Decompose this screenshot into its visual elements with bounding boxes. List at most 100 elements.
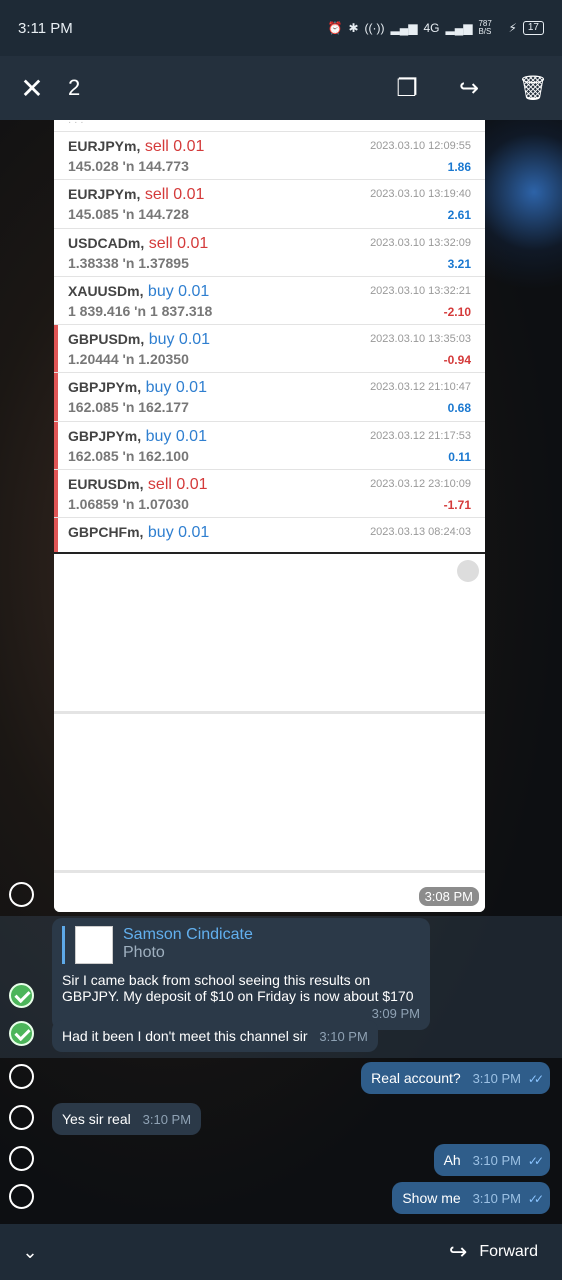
divider <box>54 711 485 714</box>
select-circle-reply[interactable] <box>9 983 34 1008</box>
trade-symbol: EURJPYm, <box>68 186 141 203</box>
message-bubble[interactable]: Had it been I don't meet this channel si… <box>52 1020 378 1052</box>
chevron-down-icon[interactable]: ⌄ <box>0 1242 60 1263</box>
message-text: Had it been I don't meet this channel si… <box>62 1028 308 1044</box>
trade-date: 2023.03.12 21:17:53 <box>370 429 471 442</box>
trade-row: USDCADm, sell 0.01 1.38338 'n 1.37895 2023… <box>54 229 485 277</box>
status-bar: 3:11 PM ⏰ ✱ ((·)) ▂▄▆ 4G ▂▄▆ 787 B/S ⚡ 1… <box>0 0 562 56</box>
forward-button[interactable]: ↪ Forward <box>449 1239 538 1265</box>
photo-timestamp: 3:08 PM <box>418 887 479 906</box>
image-dot <box>457 560 479 582</box>
reply-type: Photo <box>123 944 165 961</box>
trade-prices: 1.06859 'n 1.07030 <box>68 496 189 513</box>
trade-prices: 162.085 'n 162.177 <box>68 399 189 416</box>
toolbar-actions: ❐ ↪ 🗑 <box>394 74 562 103</box>
message-bubble-outgoing[interactable]: Ah 3:10 PM ✓✓ <box>433 1144 550 1176</box>
selected-count: 2 <box>68 75 81 100</box>
trade-symbol: GBPJPYm, <box>68 427 142 444</box>
trade-symbol: GBPUSDm, <box>68 331 145 348</box>
net-speed: 787 B/S <box>478 19 492 36</box>
status-icons: ⏰ ✱ ((·)) ▂▄▆ 4G ▂▄▆ 787 B/S ⚡ 17 <box>327 20 544 36</box>
message-text: Ah <box>443 1152 461 1168</box>
copy-icon[interactable]: ❐ <box>394 74 420 103</box>
status-time: 3:11 PM <box>18 19 73 37</box>
trade-date: 2023.03.12 23:10:09 <box>370 478 471 491</box>
trade-history-screenshot: · · · EURJPYm, sell 0.01 145.028 'n 144.7… <box>54 120 485 552</box>
bottom-action-bar: ⌄ ↪ Forward <box>0 1224 562 1280</box>
trade-side: sell 0.01 <box>147 476 208 494</box>
delete-icon[interactable]: 🗑 <box>518 74 548 103</box>
trade-profit: 3.21 <box>447 256 471 271</box>
trade-symbol: USDCADm, <box>68 234 145 251</box>
signal2-icon: ▂▄▆ <box>445 21 473 35</box>
trade-row: EURJPYm, sell 0.01 145.085 'n 144.728 2023… <box>54 180 485 229</box>
trade-profit: 2.61 <box>447 208 471 223</box>
trade-prices: 145.085 'n 144.728 <box>68 206 189 223</box>
trade-row: EURUSDm, sell 0.01 1.06859 'n 1.07030 2023… <box>54 470 485 519</box>
trade-date: 2023.03.12 21:10:47 <box>370 381 471 394</box>
signal-icon: ▂▄▆ <box>390 21 418 35</box>
message-time: 3:10 PM <box>319 1029 368 1044</box>
trade-prices: 1.20444 'n 1.20350 <box>68 351 189 368</box>
trade-profit: -0.94 <box>443 353 471 368</box>
trade-symbol: EURJPYm, <box>68 138 141 154</box>
reply-message[interactable]: Samson Cindicate Photo Sir I came back f… <box>52 918 430 1030</box>
trade-row: EURJPYm, sell 0.01 145.028 'n 144.773 2023… <box>54 132 485 181</box>
select-circle-msg6[interactable] <box>9 1184 34 1209</box>
trade-symbol: EURUSDm, <box>68 476 144 493</box>
chat-area: · · · EURJPYm, sell 0.01 145.028 'n 144.7… <box>0 120 562 1224</box>
select-circle-photo[interactable] <box>9 882 34 907</box>
select-circle-msg3[interactable] <box>9 1064 34 1089</box>
message-text: Sir I came back from school seeing this … <box>62 972 414 1004</box>
cut-off-row: · · · <box>54 120 485 132</box>
select-circle-msg4[interactable] <box>9 1105 34 1130</box>
divider <box>54 870 485 873</box>
message-bubble-outgoing[interactable]: Show me 3:10 PM ✓✓ <box>392 1182 550 1214</box>
select-circle-msg2[interactable] <box>9 1021 34 1046</box>
trade-side: buy 0.01 <box>148 331 211 349</box>
trade-symbol: XAUUSDm, <box>68 282 144 299</box>
message-text: Show me <box>402 1190 461 1206</box>
read-ticks-icon: ✓✓ <box>527 1072 544 1086</box>
trade-side: sell 0.01 <box>144 186 205 204</box>
photo-message[interactable]: · · · EURJPYm, sell 0.01 145.028 'n 144.7… <box>54 120 485 912</box>
trade-date: 2023.03.10 12:09:55 <box>370 140 471 152</box>
network-type: 4G <box>423 21 440 35</box>
trade-side: buy 0.01 <box>147 524 210 542</box>
trade-prices: 162.085 'n 162.100 <box>68 447 189 464</box>
message-time: 3:10 PM <box>472 1153 521 1168</box>
trade-side: sell 0.01 <box>144 138 205 155</box>
reply-quote[interactable]: Samson Cindicate Photo <box>62 926 420 964</box>
select-circle-msg5[interactable] <box>9 1146 34 1171</box>
trade-date: 2023.03.10 13:19:40 <box>370 188 471 201</box>
trade-prices: 1 839.416 'n 1 837.318 <box>68 302 213 319</box>
charging-icon: ⚡ <box>508 21 517 35</box>
trade-symbol: GBPCHFm, <box>68 524 144 541</box>
message-bubble-outgoing[interactable]: Real account? 3:10 PM ✓✓ <box>361 1062 550 1094</box>
message-time: 3:10 PM <box>472 1071 521 1086</box>
message-time: 3:10 PM <box>472 1191 521 1206</box>
trade-prices: 1.38338 'n 1.37895 <box>68 254 189 271</box>
trade-date: 2023.03.10 13:32:21 <box>370 284 471 297</box>
photo-blank-area <box>54 552 485 912</box>
forward-icon[interactable]: ↪ <box>456 74 482 103</box>
trade-date: 2023.03.10 13:32:09 <box>370 236 471 249</box>
trade-profit: 1.86 <box>447 160 471 174</box>
hotspot-icon: ((·)) <box>364 21 385 35</box>
message-bubble[interactable]: Yes sir real 3:10 PM <box>52 1103 202 1135</box>
trade-side: buy 0.01 <box>145 379 207 397</box>
trade-profit: 0.11 <box>448 449 471 464</box>
trade-side: buy 0.01 <box>145 427 207 445</box>
reply-thumbnail <box>75 926 113 964</box>
message-text: Yes sir real <box>62 1111 131 1127</box>
close-icon[interactable]: ✕ <box>0 72 64 105</box>
bluetooth-icon: ✱ <box>348 21 359 35</box>
trade-profit: 0.68 <box>447 401 471 416</box>
message-text: Real account? <box>371 1070 461 1086</box>
trade-row: GBPJPYm, buy 0.01 162.085 'n 162.100 2023.… <box>54 421 485 471</box>
alarm-icon: ⏰ <box>327 21 343 35</box>
reply-author: Samson Cindicate <box>123 926 253 943</box>
trade-profit: -2.10 <box>443 304 471 319</box>
trade-row: XAUUSDm, buy 0.01 1 839.416 'n 1 837.318 2… <box>54 277 485 326</box>
read-ticks-icon: ✓✓ <box>527 1192 544 1206</box>
